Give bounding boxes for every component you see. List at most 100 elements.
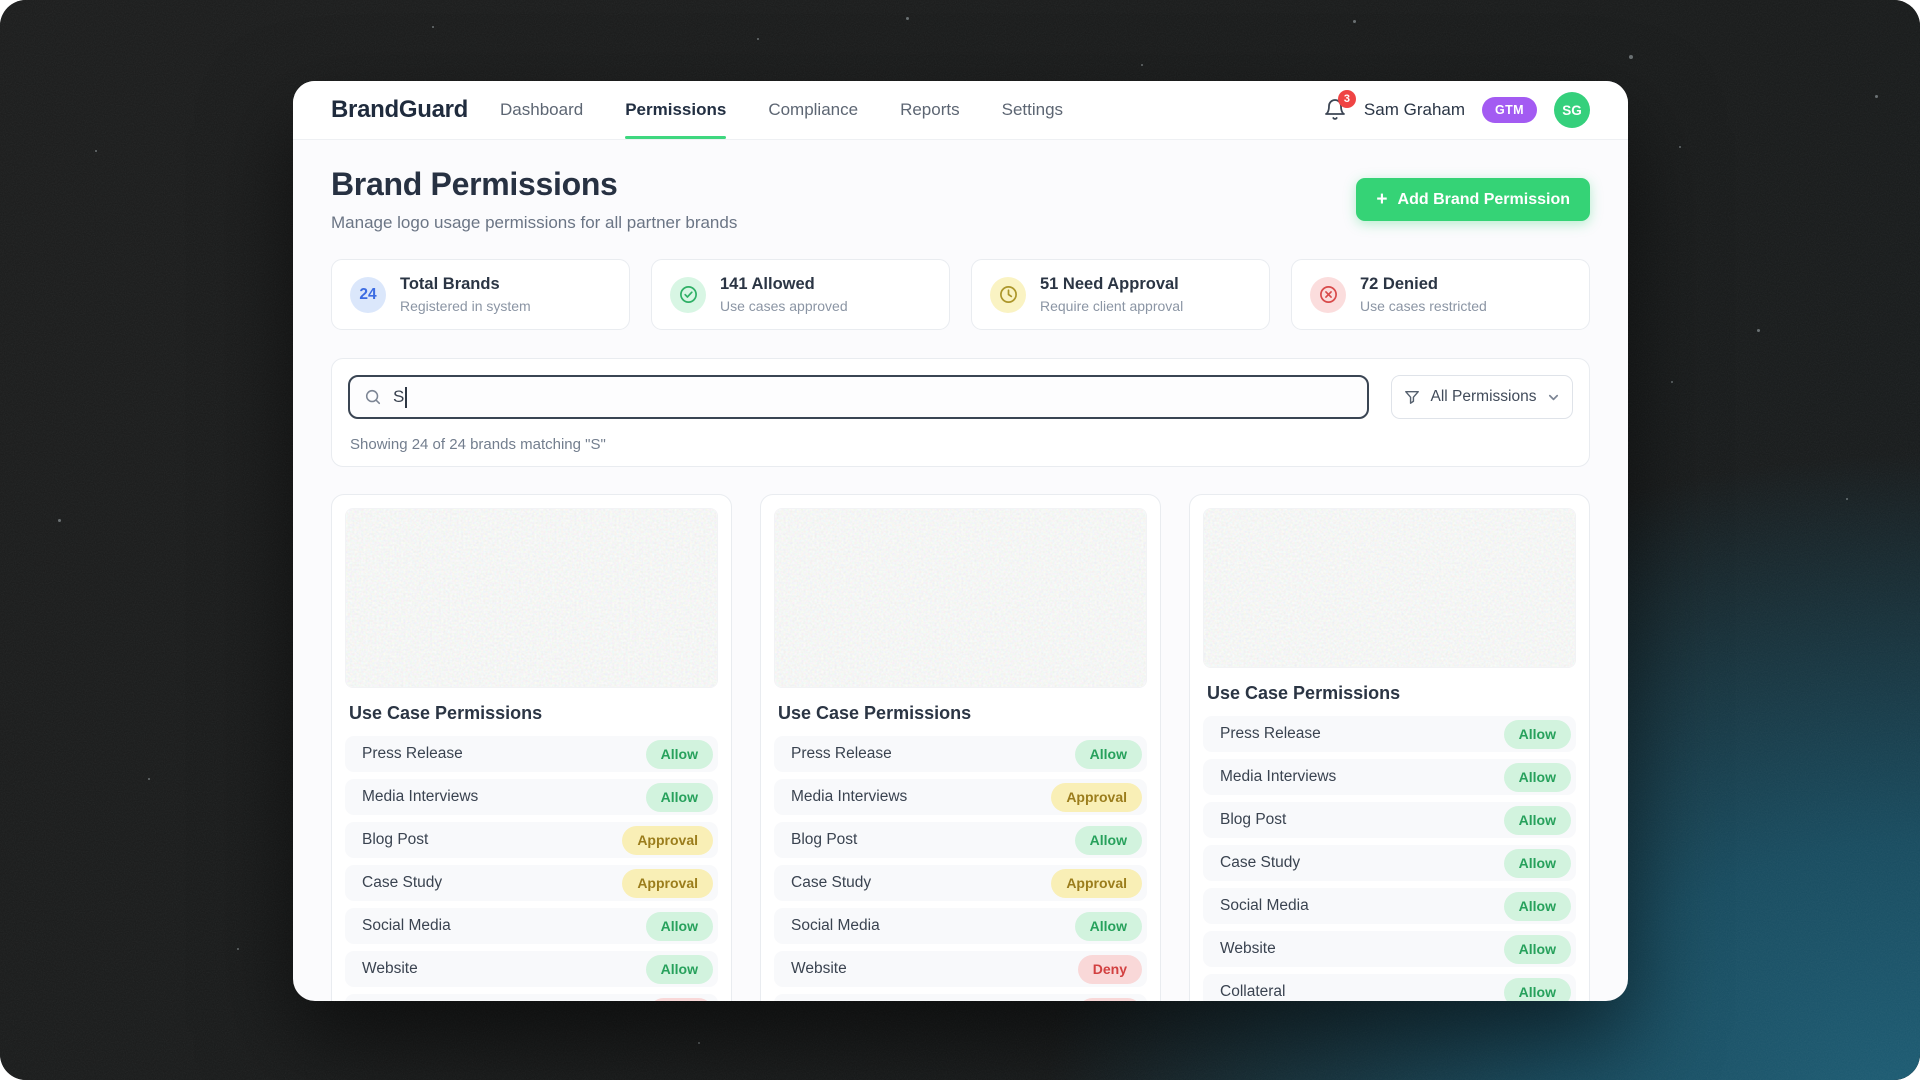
permission-label: Media Interviews (362, 788, 478, 806)
permission-status-badge[interactable]: Approval (622, 826, 713, 855)
nav-tab-compliance[interactable]: Compliance (768, 81, 858, 139)
permission-status-badge[interactable]: Deny (649, 998, 713, 1002)
permission-row: Website Allow (1203, 931, 1576, 967)
star-dot (1679, 146, 1681, 148)
permission-row: Blog Post Allow (774, 822, 1147, 858)
permission-row: Case Study Approval (774, 865, 1147, 901)
permission-row: Press Release Allow (1203, 716, 1576, 752)
star-dot (148, 778, 150, 780)
permission-row: Press Release Allow (345, 736, 718, 772)
permission-label: Press Release (362, 745, 463, 763)
plus-icon: + (1376, 190, 1387, 209)
use-case-permissions-heading: Use Case Permissions (1207, 683, 1572, 704)
permission-status-badge[interactable]: Approval (622, 869, 713, 898)
search-input[interactable]: S (348, 375, 1369, 419)
brand-logo-image (774, 508, 1147, 688)
permission-label: Blog Post (791, 831, 857, 849)
notifications-button[interactable]: 3 (1323, 98, 1347, 122)
star-dot (237, 948, 239, 950)
user-name: Sam Graham (1364, 100, 1465, 120)
star-dot (1757, 329, 1760, 332)
permission-row: Case Study Allow (1203, 845, 1576, 881)
check-circle-icon (670, 277, 706, 313)
permission-label: Case Study (362, 874, 442, 892)
permission-label: Collateral (1220, 983, 1285, 1001)
total-brands-count-badge: 24 (350, 277, 386, 313)
use-case-permissions-heading: Use Case Permissions (349, 703, 714, 724)
search-results-summary: Showing 24 of 24 brands matching "S" (350, 436, 1573, 453)
nav-tab-settings[interactable]: Settings (1002, 81, 1063, 139)
permission-row: Website Deny (774, 951, 1147, 987)
permission-row: Media Interviews Allow (1203, 759, 1576, 795)
clock-icon (990, 277, 1026, 313)
text-caret (405, 387, 407, 408)
brand-cards-grid: Use Case Permissions Press Release Allow… (331, 494, 1590, 1001)
stat-title: 51 Need Approval (1040, 275, 1183, 294)
star-dot (58, 519, 61, 522)
permission-row: Press Release Allow (774, 736, 1147, 772)
search-row: S All Permissions (348, 375, 1573, 419)
stat-text-block: Total Brands Registered in system (400, 275, 531, 314)
permission-status-badge[interactable]: Approval (1051, 783, 1142, 812)
permission-label: Social Media (1220, 897, 1309, 915)
chevron-down-icon (1547, 391, 1560, 404)
stat-text-block: 51 Need Approval Require client approval (1040, 275, 1183, 314)
stat-text-block: 141 Allowed Use cases approved (720, 275, 848, 314)
permission-status-badge[interactable]: Allow (1504, 935, 1571, 964)
notification-count-badge: 3 (1338, 90, 1356, 108)
permission-status-badge[interactable]: Approval (1051, 869, 1142, 898)
avatar[interactable]: SG (1554, 92, 1590, 128)
brand-logo-image (1203, 508, 1576, 668)
stat-card-need-approval: 51 Need Approval Require client approval (971, 259, 1270, 330)
permission-status-badge[interactable]: Allow (1075, 912, 1142, 941)
permission-label: Website (1220, 940, 1276, 958)
permission-label: Media Interviews (791, 788, 907, 806)
nav-tab-reports[interactable]: Reports (900, 81, 960, 139)
permission-status-badge[interactable]: Deny (1078, 998, 1142, 1002)
search-input-value: S (393, 387, 404, 407)
star-dot (906, 17, 909, 20)
nav-tab-dashboard[interactable]: Dashboard (500, 81, 583, 139)
permission-status-badge[interactable]: Allow (1504, 892, 1571, 921)
permission-label: Case Study (791, 874, 871, 892)
stats-row: 24 Total Brands Registered in system 141… (331, 259, 1590, 330)
desktop-background: BrandGuard Dashboard Permissions Complia… (0, 0, 1920, 1080)
stat-card-total-brands: 24 Total Brands Registered in system (331, 259, 630, 330)
permission-status-badge[interactable]: Allow (1504, 806, 1571, 835)
add-brand-permission-button[interactable]: + Add Brand Permission (1356, 178, 1590, 221)
stat-title: Total Brands (400, 275, 531, 294)
permission-row: Blog Post Allow (1203, 802, 1576, 838)
permissions-filter-dropdown[interactable]: All Permissions (1391, 375, 1573, 419)
main-nav: Dashboard Permissions Compliance Reports… (500, 81, 1063, 139)
permission-status-badge[interactable]: Allow (1075, 826, 1142, 855)
add-brand-permission-label: Add Brand Permission (1398, 191, 1570, 209)
permission-status-badge[interactable]: Deny (1078, 955, 1142, 984)
app-window: BrandGuard Dashboard Permissions Complia… (293, 81, 1628, 1001)
permission-status-badge[interactable]: Allow (646, 955, 713, 984)
page-content: Brand Permissions Manage logo usage perm… (293, 140, 1628, 1001)
permission-row: Case Study Approval (345, 865, 718, 901)
star-dot (432, 26, 434, 28)
search-section: S All Permissions Showing 24 of 24 brand… (331, 358, 1590, 467)
use-case-permissions-heading: Use Case Permissions (778, 703, 1143, 724)
permission-label: Media Interviews (1220, 768, 1336, 786)
permission-status-badge[interactable]: Allow (1504, 720, 1571, 749)
stat-text-block: 72 Denied Use cases restricted (1360, 275, 1487, 314)
star-dot (95, 150, 97, 152)
permission-status-badge[interactable]: Allow (646, 740, 713, 769)
permission-status-badge[interactable]: Allow (1504, 849, 1571, 878)
permissions-list: Press Release Allow Media Interviews All… (1203, 716, 1576, 1001)
permission-row: Deny (774, 994, 1147, 1001)
permission-status-badge[interactable]: Allow (1075, 740, 1142, 769)
permission-status-badge[interactable]: Allow (1504, 763, 1571, 792)
stat-card-allowed: 141 Allowed Use cases approved (651, 259, 950, 330)
permission-status-badge[interactable]: Allow (646, 912, 713, 941)
nav-tab-permissions[interactable]: Permissions (625, 81, 726, 139)
star-dot (1141, 64, 1143, 66)
permission-label: Press Release (791, 745, 892, 763)
filter-funnel-icon (1404, 389, 1420, 405)
permission-row: Blog Post Approval (345, 822, 718, 858)
star-dot (698, 1042, 700, 1044)
permission-status-badge[interactable]: Allow (646, 783, 713, 812)
permission-status-badge[interactable]: Allow (1504, 978, 1571, 1002)
